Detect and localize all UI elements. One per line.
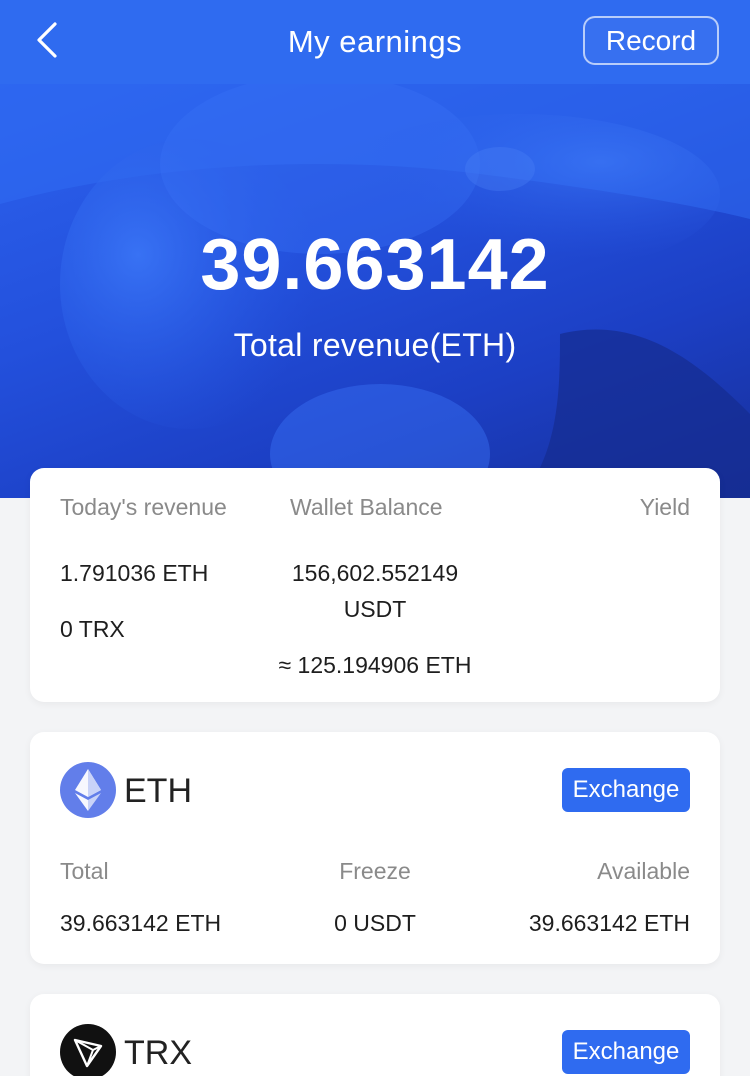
total-label: Total — [60, 858, 109, 884]
freeze-label: Freeze — [339, 858, 411, 884]
total-revenue-value: 39.663142 — [200, 225, 550, 305]
wallet-balance-unit: USDT — [343, 596, 407, 622]
coin-card-eth: ETH Exchange Total Freeze Available 39.6… — [30, 732, 720, 964]
exchange-button-eth[interactable]: Exchange — [562, 768, 690, 812]
wallet-balance-eth-approx: ≈ 125.194906 ETH — [278, 652, 472, 678]
available-value-eth: 39.663142 ETH — [528, 910, 690, 936]
hero-banner: 39.663142 Total revenue(ETH) — [0, 84, 750, 498]
ethereum-icon — [60, 762, 116, 818]
coin-name-eth: ETH — [124, 772, 192, 810]
chevron-left-icon — [36, 21, 58, 63]
yield-label: Yield — [639, 494, 690, 520]
wallet-balance-usdt: 156,602.552149 — [291, 560, 459, 586]
summary-card: Today's revenue Wallet Balance Yield 1.7… — [30, 468, 720, 702]
freeze-value: 0 USDT — [334, 910, 416, 936]
wallet-balance-label: Wallet Balance — [290, 494, 443, 520]
page-title: My earnings — [287, 24, 463, 59]
record-button[interactable]: Record — [583, 16, 719, 65]
todays-revenue-label: Today's revenue — [60, 494, 227, 520]
total-value-eth: 39.663142 ETH — [60, 910, 222, 936]
tron-icon — [60, 1024, 116, 1076]
available-label: Available — [597, 858, 690, 884]
coin-card-trx: TRX Exchange — [30, 994, 720, 1076]
coin-name-trx: TRX — [124, 1034, 192, 1072]
total-revenue-label: Total revenue(ETH) — [233, 327, 517, 363]
back-button[interactable] — [30, 21, 64, 63]
top-bar: My earnings Record — [0, 0, 750, 84]
todays-revenue-eth: 1.791036 ETH — [60, 560, 209, 586]
exchange-button-trx[interactable]: Exchange — [562, 1030, 690, 1074]
todays-revenue-trx: 0 TRX — [60, 616, 125, 642]
